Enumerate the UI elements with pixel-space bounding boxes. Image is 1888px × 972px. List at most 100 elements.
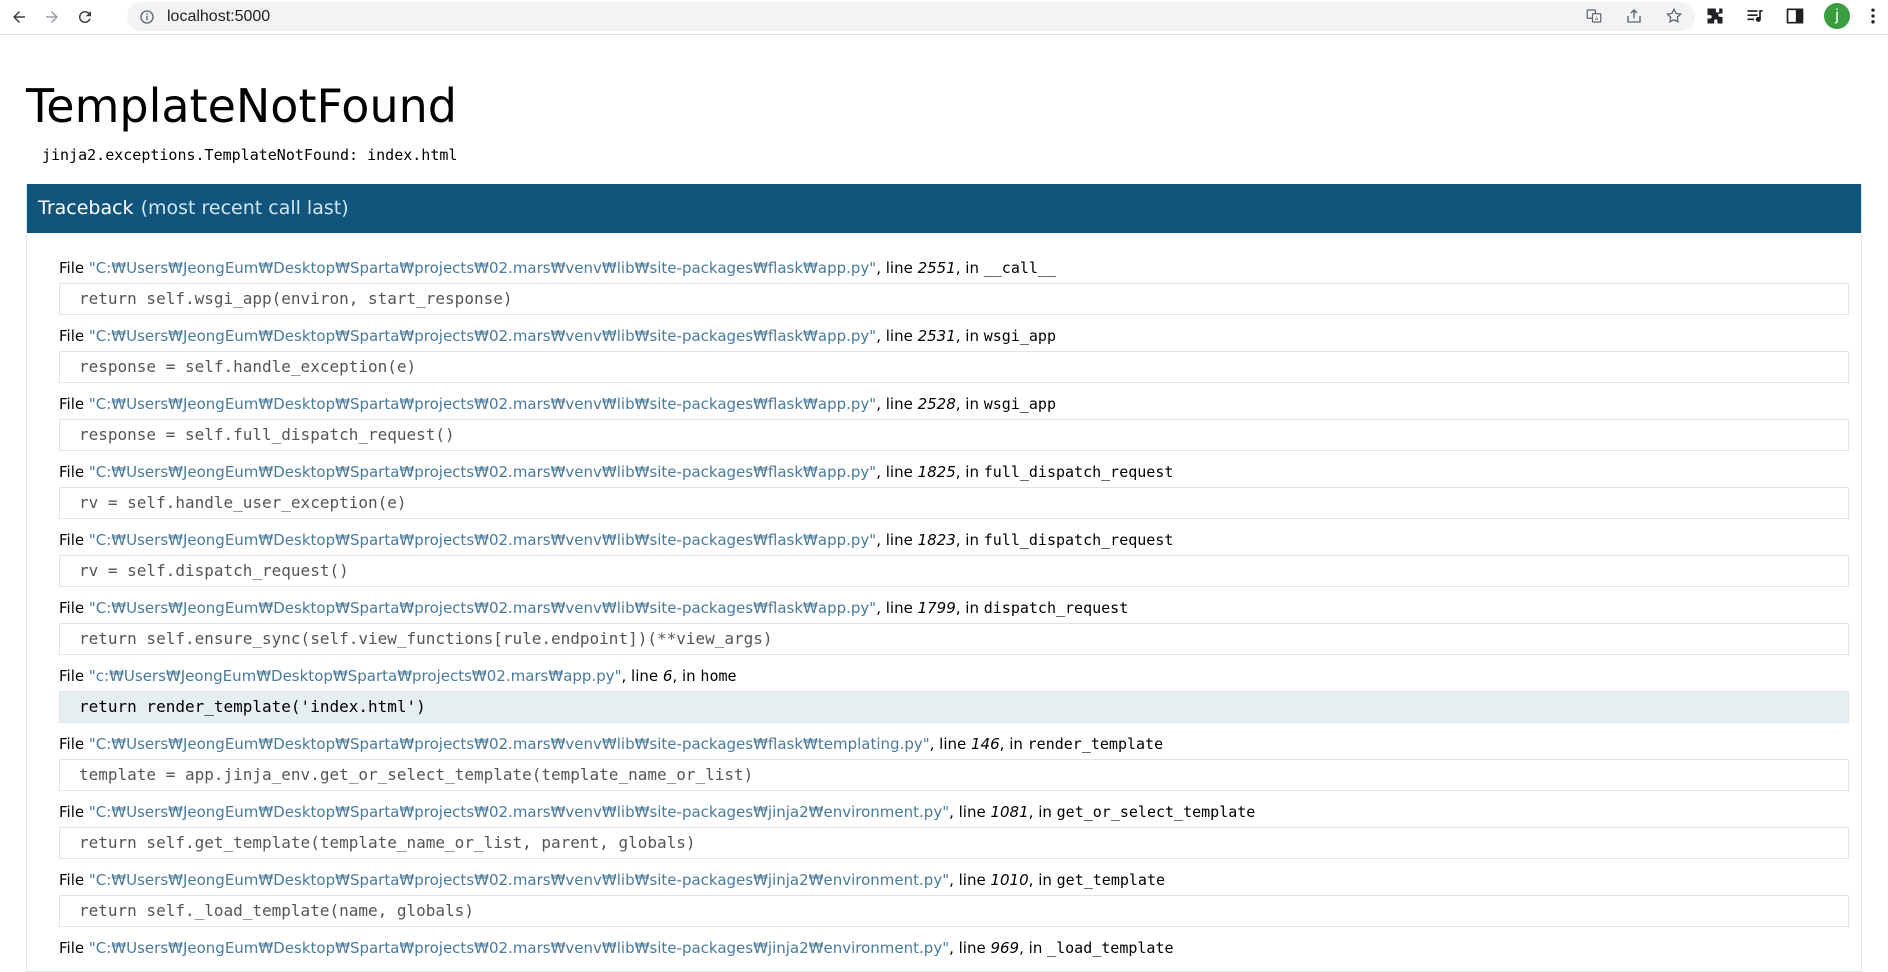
frame-function-name: full_dispatch_request: [983, 530, 1174, 549]
frame-code-current[interactable]: return render_template('index.html'): [59, 690, 1849, 723]
frame-code[interactable]: rv = self.handle_user_exception(e): [59, 486, 1849, 519]
traceback-frame: File "C:₩Users₩JeongEum₩Desktop₩Sparta₩p…: [59, 395, 1849, 451]
address-bar[interactable]: localhost:5000 A: [127, 2, 1695, 31]
frame-function-name: wsgi_app: [983, 394, 1056, 413]
frame-filename[interactable]: "C:₩Users₩JeongEum₩Desktop₩Sparta₩projec…: [89, 803, 949, 821]
frame-filename[interactable]: "c:₩Users₩JeongEum₩Desktop₩Sparta₩projec…: [89, 667, 622, 685]
frame-code[interactable]: response = self.handle_exception(e): [59, 350, 1849, 383]
frame-line-number: 2551: [917, 258, 956, 277]
frame-code[interactable]: return self.get_template(template_name_o…: [59, 826, 1849, 859]
frame-file-prefix: File: [59, 530, 89, 549]
frame-in-prefix: , in: [999, 734, 1028, 753]
page-title: TemplateNotFound: [26, 79, 457, 133]
extensions-puzzle-icon[interactable]: [1704, 5, 1726, 27]
frame-code[interactable]: return self._load_template(name, globals…: [59, 894, 1849, 927]
frame-filename[interactable]: "C:₩Users₩JeongEum₩Desktop₩Sparta₩projec…: [89, 599, 876, 617]
frame-line-number: 1799: [917, 598, 956, 617]
frame-code[interactable]: return self.ensure_sync(self.view_functi…: [59, 622, 1849, 655]
traceback-frame: File "C:₩Users₩JeongEum₩Desktop₩Sparta₩p…: [59, 463, 1849, 519]
frame-location: File "c:₩Users₩JeongEum₩Desktop₩Sparta₩p…: [59, 667, 1849, 687]
frame-location: File "C:₩Users₩JeongEum₩Desktop₩Sparta₩p…: [59, 803, 1849, 823]
frame-in-prefix: , in: [955, 530, 984, 549]
reload-icon: [78, 11, 91, 24]
frame-in-prefix: , in: [955, 598, 984, 617]
frame-file-prefix: File: [59, 394, 89, 413]
frame-code[interactable]: template = app.jinja_env.get_or_select_t…: [59, 758, 1849, 791]
frame-location: File "C:₩Users₩JeongEum₩Desktop₩Sparta₩p…: [59, 395, 1849, 415]
translate-icon[interactable]: A: [1585, 7, 1603, 25]
frame-line-number: 146: [971, 734, 1000, 753]
frame-in-prefix: , in: [955, 326, 984, 345]
browser-toolbar: localhost:5000 A j: [0, 0, 1888, 35]
frame-line-prefix: , line: [876, 326, 918, 345]
frame-function-name: get_template: [1056, 870, 1166, 889]
reload-button[interactable]: [71, 3, 99, 31]
frame-in-prefix: , in: [672, 666, 701, 685]
frame-filename[interactable]: "C:₩Users₩JeongEum₩Desktop₩Sparta₩projec…: [89, 871, 949, 889]
frame-location: File "C:₩Users₩JeongEum₩Desktop₩Sparta₩p…: [59, 259, 1849, 279]
back-button[interactable]: [5, 3, 33, 31]
frame-code[interactable]: response = self.full_dispatch_request(): [59, 418, 1849, 451]
error-message: jinja2.exceptions.TemplateNotFound: inde…: [42, 145, 458, 164]
frame-function-name: dispatch_request: [983, 598, 1129, 617]
frame-filename[interactable]: "C:₩Users₩JeongEum₩Desktop₩Sparta₩projec…: [89, 395, 876, 413]
media-queue-icon[interactable]: [1744, 5, 1766, 27]
frame-in-prefix: , in: [955, 394, 984, 413]
frame-line-number: 1081: [990, 802, 1029, 821]
frame-line-prefix: , line: [876, 394, 918, 413]
frame-list: File "C:₩Users₩JeongEum₩Desktop₩Sparta₩p…: [27, 233, 1861, 959]
traceback-header: Traceback (most recent call last): [27, 183, 1861, 233]
traceback-subtitle: (most recent call last): [140, 197, 349, 220]
traceback-frame: File "C:₩Users₩JeongEum₩Desktop₩Sparta₩p…: [59, 871, 1849, 927]
traceback-frame: File "C:₩Users₩JeongEum₩Desktop₩Sparta₩p…: [59, 599, 1849, 655]
frame-in-prefix: , in: [1028, 870, 1057, 889]
frame-code[interactable]: return self.wsgi_app(environ, start_resp…: [59, 282, 1849, 315]
traceback-frame: File "C:₩Users₩JeongEum₩Desktop₩Sparta₩p…: [59, 735, 1849, 791]
frame-filename[interactable]: "C:₩Users₩JeongEum₩Desktop₩Sparta₩projec…: [89, 327, 876, 345]
frame-file-prefix: File: [59, 326, 89, 345]
frame-file-prefix: File: [59, 734, 89, 753]
frame-function-name: wsgi_app: [983, 326, 1056, 345]
frame-line-number: 1823: [917, 530, 956, 549]
frame-filename[interactable]: "C:₩Users₩JeongEum₩Desktop₩Sparta₩projec…: [89, 463, 876, 481]
traceback-frame: File "C:₩Users₩JeongEum₩Desktop₩Sparta₩p…: [59, 327, 1849, 383]
frame-function-name: render_template: [1027, 734, 1164, 753]
frame-file-prefix: File: [59, 598, 89, 617]
frame-location: File "C:₩Users₩JeongEum₩Desktop₩Sparta₩p…: [59, 735, 1849, 755]
frame-line-prefix: , line: [876, 598, 918, 617]
traceback-frame: File "C:₩Users₩JeongEum₩Desktop₩Sparta₩p…: [59, 259, 1849, 315]
frame-filename[interactable]: "C:₩Users₩JeongEum₩Desktop₩Sparta₩projec…: [89, 259, 876, 277]
frame-location: File "C:₩Users₩JeongEum₩Desktop₩Sparta₩p…: [59, 599, 1849, 619]
frame-location: File "C:₩Users₩JeongEum₩Desktop₩Sparta₩p…: [59, 939, 1849, 959]
frame-file-prefix: File: [59, 462, 89, 481]
info-icon[interactable]: [139, 9, 155, 25]
frame-location: File "C:₩Users₩JeongEum₩Desktop₩Sparta₩p…: [59, 463, 1849, 483]
frame-line-number: 2531: [917, 326, 956, 345]
profile-avatar[interactable]: j: [1824, 3, 1850, 29]
share-icon[interactable]: [1625, 7, 1643, 25]
frame-line-prefix: , line: [949, 802, 991, 821]
side-panel-icon[interactable]: [1784, 5, 1806, 27]
traceback-panel: Traceback (most recent call last) File "…: [26, 183, 1862, 972]
frame-line-number: 1825: [917, 462, 956, 481]
frame-filename[interactable]: "C:₩Users₩JeongEum₩Desktop₩Sparta₩projec…: [89, 735, 930, 753]
frame-file-prefix: File: [59, 258, 89, 277]
url-text[interactable]: localhost:5000: [167, 8, 270, 26]
frame-line-prefix: , line: [876, 530, 918, 549]
frame-line-number: 2528: [917, 394, 956, 413]
bookmark-star-icon[interactable]: [1665, 7, 1683, 25]
frame-function-name: __call__: [983, 258, 1056, 277]
frame-line-prefix: , line: [876, 462, 918, 481]
frame-code[interactable]: rv = self.dispatch_request(): [59, 554, 1849, 587]
traceback-frame: File "C:₩Users₩JeongEum₩Desktop₩Sparta₩p…: [59, 531, 1849, 587]
frame-file-prefix: File: [59, 802, 89, 821]
kebab-menu-icon[interactable]: [1868, 5, 1878, 27]
frame-line-prefix: , line: [621, 666, 663, 685]
frame-filename[interactable]: "C:₩Users₩JeongEum₩Desktop₩Sparta₩projec…: [89, 531, 876, 549]
frame-function-name: get_or_select_template: [1056, 802, 1256, 821]
frame-in-prefix: , in: [955, 258, 984, 277]
frame-location: File "C:₩Users₩JeongEum₩Desktop₩Sparta₩p…: [59, 871, 1849, 891]
forward-button[interactable]: [38, 3, 66, 31]
traceback-frame: File "c:₩Users₩JeongEum₩Desktop₩Sparta₩p…: [59, 667, 1849, 723]
frame-line-number: 6: [662, 666, 673, 685]
